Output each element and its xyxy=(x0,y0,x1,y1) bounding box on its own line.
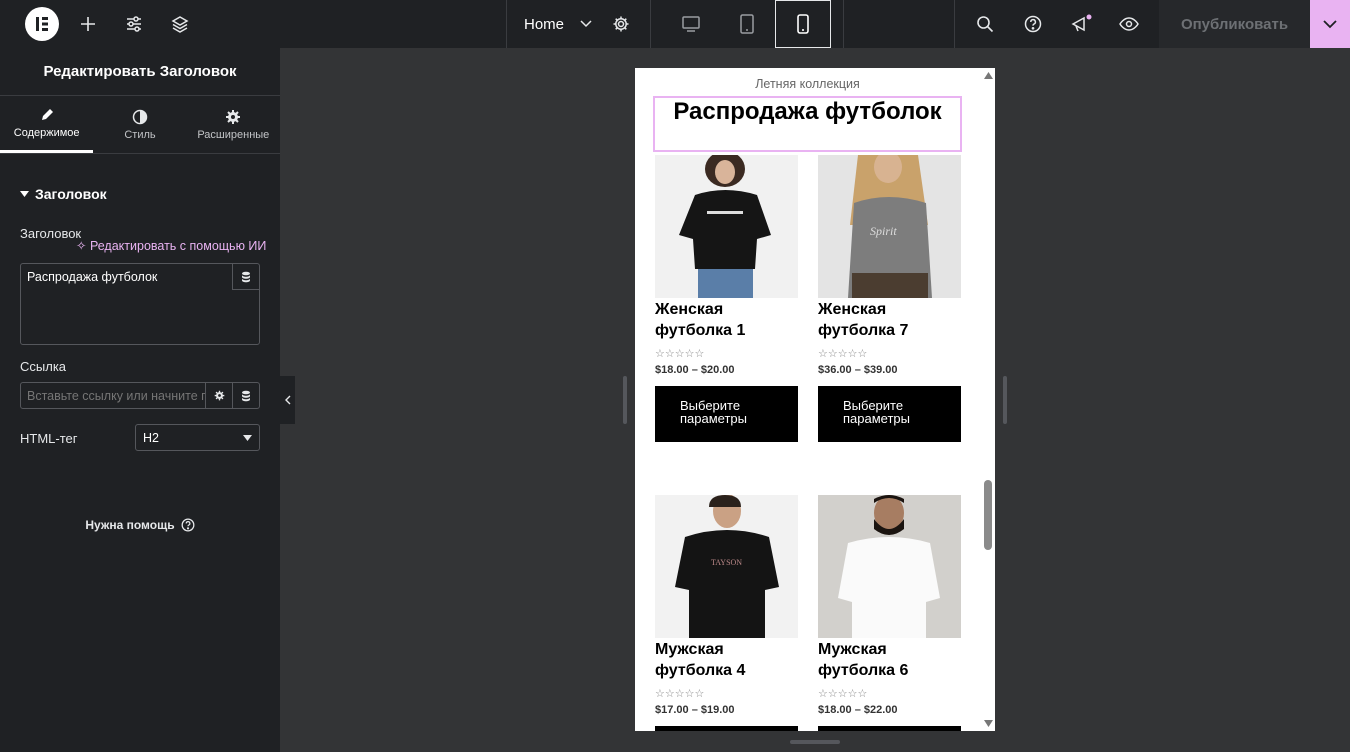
svg-text:Spirit: Spirit xyxy=(870,224,897,238)
rating-stars-icon: ☆☆☆☆☆ xyxy=(655,348,705,360)
link-field-label: Ссылка xyxy=(20,359,67,374)
question-icon xyxy=(181,518,195,532)
preview-scrollbar-thumb[interactable] xyxy=(984,480,992,550)
product-price: $18.00 – $20.00 xyxy=(655,364,735,376)
html-tag-value: H2 xyxy=(143,430,159,445)
rating-stars-icon: ☆☆☆☆☆ xyxy=(818,348,868,360)
caret-down-icon xyxy=(243,434,252,441)
tab-advanced-label: Расширенные xyxy=(197,128,270,141)
select-options-button[interactable] xyxy=(655,726,798,731)
product-card[interactable]: Spirit Женская футболка 7 ☆☆☆☆☆ $36.00 – … xyxy=(818,155,961,442)
product-name[interactable]: Мужская футболка 4 xyxy=(655,639,798,681)
tab-advanced[interactable]: Расширенные xyxy=(187,96,280,153)
panel-title: Редактировать Заголовок xyxy=(0,48,280,96)
product-card[interactable]: Женская футболка 1 ☆☆☆☆☆ $18.00 – $20.00 … xyxy=(655,155,798,442)
sparkle-icon: ✧ xyxy=(76,239,87,253)
select-options-button[interactable]: Выберите параметры xyxy=(655,386,798,442)
caret-down-icon xyxy=(20,191,29,197)
rating-stars-icon: ☆☆☆☆☆ xyxy=(818,688,868,700)
pencil-icon xyxy=(41,109,53,120)
ai-edit-label: Редактировать с помощью ИИ xyxy=(89,239,267,253)
preview-eye-icon[interactable] xyxy=(1114,0,1144,48)
tab-content[interactable]: Содержимое xyxy=(0,96,94,153)
collection-subtitle[interactable]: Летняя коллекция xyxy=(635,77,980,91)
rating-stars-icon: ☆☆☆☆☆ xyxy=(655,688,705,700)
product-image[interactable]: Spirit xyxy=(818,155,961,298)
add-element-icon[interactable] xyxy=(72,0,104,48)
publish-button[interactable]: Опубликовать xyxy=(1159,0,1310,48)
page-name: Home xyxy=(524,15,565,33)
help-label: Нужна помощь xyxy=(85,518,175,532)
help-circle-icon[interactable] xyxy=(1018,0,1048,48)
preview-canvas: Летняя коллекция Распродажа футболок Жен… xyxy=(635,68,995,731)
product-name[interactable]: Мужская футболка 6 xyxy=(818,639,961,681)
preview-scrollbar[interactable] xyxy=(982,68,995,731)
page-settings-gear-icon[interactable] xyxy=(606,0,636,48)
product-name[interactable]: Женская футболка 1 xyxy=(655,299,798,341)
scroll-up-arrow-icon[interactable] xyxy=(984,72,993,79)
help-link[interactable]: Нужна помощь xyxy=(0,518,280,532)
site-settings-icon[interactable] xyxy=(118,0,150,48)
select-options-button[interactable]: Выберите параметры xyxy=(818,386,961,442)
elementor-logo-icon[interactable] xyxy=(25,7,59,41)
contrast-icon xyxy=(132,109,148,124)
html-tag-label: HTML-тег xyxy=(20,431,78,446)
product-card[interactable]: TAYSON Мужская футболка 4 ☆☆☆☆☆ $17.00 – … xyxy=(655,495,798,731)
product-image[interactable] xyxy=(818,495,961,638)
resize-handle-bottom[interactable] xyxy=(790,740,840,744)
link-dynamic-database-icon[interactable] xyxy=(232,383,259,408)
top-bar: Home Опубликовать xyxy=(0,0,1350,48)
product-price: $36.00 – $39.00 xyxy=(818,364,898,376)
section-title: Заголовок xyxy=(35,186,107,202)
announcements-megaphone-icon[interactable] xyxy=(1066,0,1096,48)
scroll-down-arrow-icon[interactable] xyxy=(984,720,993,727)
section-toggle-heading[interactable]: Заголовок xyxy=(20,186,107,202)
resize-handle-left[interactable] xyxy=(623,376,627,424)
link-input[interactable] xyxy=(21,383,205,408)
collapse-panel-chevron-icon[interactable] xyxy=(280,376,295,424)
select-options-button[interactable] xyxy=(818,726,961,731)
gear-icon xyxy=(226,109,241,124)
chevron-down-icon xyxy=(580,20,592,28)
search-icon[interactable] xyxy=(970,0,1000,48)
tab-content-label: Содержимое xyxy=(13,127,80,139)
tab-style[interactable]: Стиль xyxy=(93,96,186,153)
tablet-view-icon[interactable] xyxy=(713,0,781,48)
publish-options-chevron-icon[interactable] xyxy=(1310,0,1350,48)
resize-handle-right[interactable] xyxy=(1003,376,1007,424)
svg-text:TAYSON: TAYSON xyxy=(711,558,742,567)
editor-panel: Редактировать Заголовок Содержимое Стиль… xyxy=(0,48,280,752)
dynamic-tags-database-icon[interactable] xyxy=(232,264,259,290)
product-image[interactable]: TAYSON xyxy=(655,495,798,638)
tab-style-label: Стиль xyxy=(124,128,156,141)
title-textarea[interactable]: Распродажа футболок xyxy=(20,263,260,345)
product-price: $18.00 – $22.00 xyxy=(818,704,898,716)
product-price: $17.00 – $19.00 xyxy=(655,704,735,716)
link-field xyxy=(20,382,260,409)
panel-tabs: Содержимое Стиль Расширенные xyxy=(0,96,280,154)
link-options-gear-icon[interactable] xyxy=(205,383,232,408)
layers-icon[interactable] xyxy=(164,0,196,48)
ai-edit-link[interactable]: ✧ Редактировать с помощью ИИ xyxy=(76,238,266,253)
title-field-label: Заголовок xyxy=(20,226,82,241)
title-textarea-value: Распродажа футболок xyxy=(27,270,158,284)
product-card[interactable]: Мужская футболка 6 ☆☆☆☆☆ $18.00 – $22.00 xyxy=(818,495,961,731)
product-name[interactable]: Женская футболка 7 xyxy=(818,299,961,341)
sale-heading[interactable]: Распродажа футболок xyxy=(653,98,962,126)
product-image[interactable] xyxy=(655,155,798,298)
html-tag-select[interactable]: H2 xyxy=(135,424,260,451)
mobile-view-icon[interactable] xyxy=(775,0,831,48)
